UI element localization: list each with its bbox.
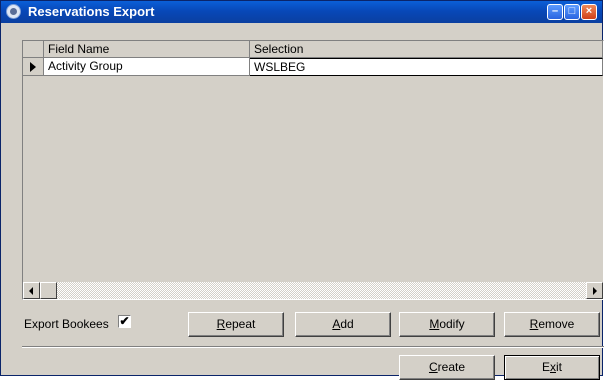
repeat-mnemonic: R — [216, 317, 226, 331]
remove-mnemonic: R — [529, 317, 539, 331]
cell-selection[interactable]: WSLBEG — [250, 58, 603, 76]
exit-button[interactable]: Exit — [504, 355, 600, 380]
create-label: reate — [437, 360, 466, 374]
exit-prefix: E — [541, 360, 550, 374]
app-icon[interactable] — [6, 4, 21, 19]
remove-label: emove — [538, 317, 575, 331]
separator — [22, 346, 604, 348]
close-icon[interactable]: × — [581, 4, 597, 20]
modify-mnemonic: M — [429, 317, 440, 331]
maximize-icon[interactable]: □ — [564, 4, 580, 20]
minimize-icon[interactable]: – — [547, 4, 563, 20]
row-indicator-header — [23, 41, 44, 58]
horizontal-scrollbar[interactable] — [23, 282, 603, 299]
row-indicator[interactable] — [23, 58, 44, 76]
add-label: dd — [340, 317, 354, 331]
window-title: Reservations Export — [28, 4, 155, 19]
remove-button[interactable]: Remove — [504, 312, 600, 337]
scroll-left-icon[interactable] — [23, 282, 40, 299]
column-header-field-name[interactable]: Field Name — [44, 41, 250, 58]
repeat-button[interactable]: Repeat — [188, 312, 284, 337]
column-header-selection[interactable]: Selection — [250, 41, 603, 58]
scroll-right-icon[interactable] — [586, 282, 603, 299]
modify-button[interactable]: Modify — [399, 312, 495, 337]
add-button[interactable]: Add — [295, 312, 391, 337]
selection-grid[interactable]: Field Name Selection Activity Group WSLB… — [22, 40, 604, 300]
create-button[interactable]: Create — [399, 355, 495, 380]
table-row[interactable]: Activity Group WSLBEG — [23, 58, 603, 76]
current-row-arrow-icon — [30, 62, 36, 72]
reservations-export-window: Reservations Export – □ × Field Name Sel… — [0, 0, 604, 380]
cell-field-name[interactable]: Activity Group — [44, 58, 250, 76]
repeat-label: epeat — [225, 317, 256, 331]
export-bookees-checkbox[interactable]: ✔ — [118, 315, 131, 328]
scroll-thumb[interactable] — [40, 282, 57, 299]
modify-label: odify — [439, 317, 465, 331]
create-mnemonic: C — [428, 360, 438, 374]
title-bar[interactable]: Reservations Export – □ × — [1, 1, 602, 23]
export-bookees-label: Export Bookees — [24, 317, 109, 331]
exit-label: it — [556, 360, 562, 374]
